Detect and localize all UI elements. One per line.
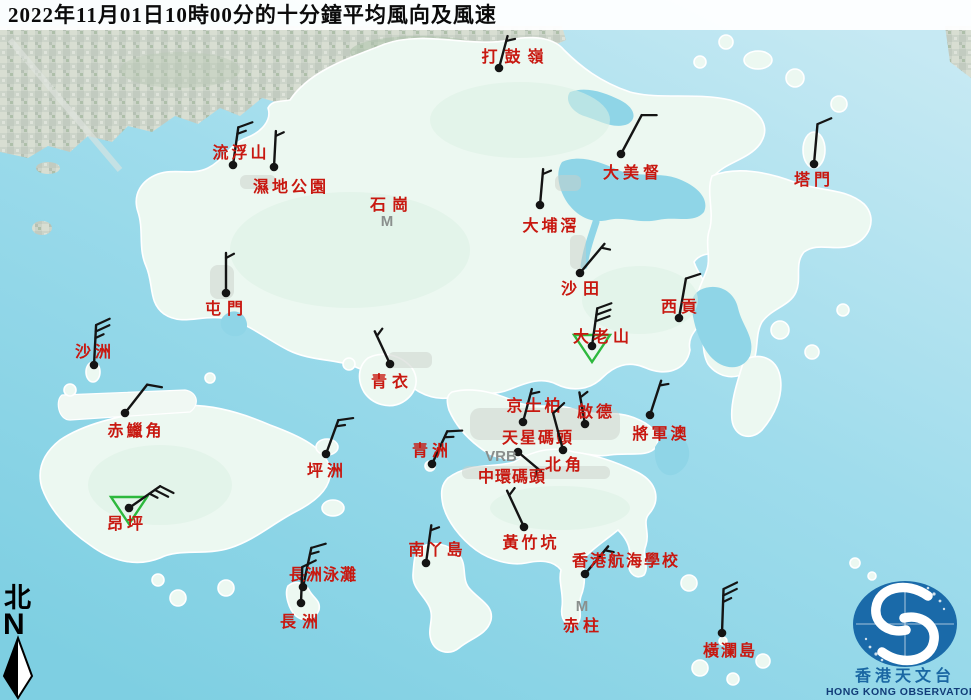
wind-barb-full [447, 431, 462, 432]
station-label: 濕地公園 [253, 177, 329, 196]
station-label: 石崗 [369, 195, 414, 214]
station-dot [810, 160, 819, 169]
station-dot [519, 418, 528, 427]
station-label: 大美督 [603, 163, 663, 182]
station-label: 橫瀾島 [703, 641, 757, 660]
station-label: 長洲 [280, 613, 324, 631]
wind-barb-half [660, 384, 669, 386]
station-dot [559, 446, 568, 455]
wind-barb-half [336, 425, 345, 426]
station-label: 天星碼頭 [502, 429, 574, 447]
station-label: 屯門 [205, 299, 249, 318]
station-label: 打鼓嶺 [481, 47, 550, 66]
station-label: 沙洲 [75, 343, 115, 361]
station-label: 西貢 [661, 298, 701, 316]
hko-logo-name-en: HONG KONG OBSERVATORY [826, 686, 971, 698]
compass-north-en: N [3, 608, 25, 641]
station-label: 黃竹坑 [501, 533, 559, 552]
station-dot [125, 504, 134, 513]
station-dot [297, 599, 306, 608]
station-dot [581, 570, 590, 579]
station-label: 香港航海學校 [571, 551, 680, 570]
station-label: 青衣 [371, 372, 413, 391]
station-label: 沙田 [561, 280, 605, 298]
station-dot [428, 460, 437, 469]
station-dot [270, 163, 279, 172]
missing-data-marker: M [576, 598, 589, 615]
station-dot [646, 411, 655, 420]
station-dot [617, 150, 626, 159]
station-label: 將軍澳 [632, 424, 689, 443]
station-label: 大埔滘 [522, 216, 579, 235]
station-label: 塔門 [794, 170, 834, 189]
station-label: 青洲 [412, 441, 452, 460]
station-label: 北角 [545, 455, 585, 474]
station-label: 昂坪 [107, 515, 147, 533]
station-label: 坪洲 [307, 462, 347, 480]
station-dot [422, 559, 431, 568]
station-label: 長洲泳灘 [289, 565, 357, 584]
station-label: 赤柱 [563, 616, 603, 635]
missing-data-marker: M [381, 213, 394, 230]
station-label: 南丫島 [408, 540, 465, 559]
map-title: 2022年11月01日10時00分的十分鐘平均風向及風速 [0, 0, 971, 30]
station-dot [576, 269, 585, 278]
station-dot [322, 450, 331, 459]
station-dot [386, 360, 395, 369]
station-dot [121, 409, 130, 418]
variable-wind-marker: VRB [485, 448, 517, 465]
station-label: 流浮山 [212, 143, 269, 162]
hko-logo-name-zh: 香港天文台 [854, 666, 955, 685]
hong-kong-wind-map: 打鼓嶺流浮山濕地公園M石崗大美督塔門大埔滘沙田西貢屯門沙洲大老山青衣赤鱲角京士柏… [0, 0, 971, 700]
station-dot [718, 629, 727, 638]
station-dot [222, 289, 231, 298]
station-label: 啟德 [577, 402, 615, 421]
station-dot [90, 361, 99, 370]
wind-map-page: 打鼓嶺流浮山濕地公園M石崗大美督塔門大埔滘沙田西貢屯門沙洲大老山青衣赤鱲角京士柏… [0, 0, 971, 700]
station-label: 中環碼頭 [478, 467, 546, 486]
wind-barb-staff [301, 567, 302, 603]
station-dot [520, 523, 529, 532]
station-label: 大老山 [573, 327, 633, 346]
station-dot [536, 201, 545, 210]
station-label: 赤鱲角 [107, 421, 164, 440]
